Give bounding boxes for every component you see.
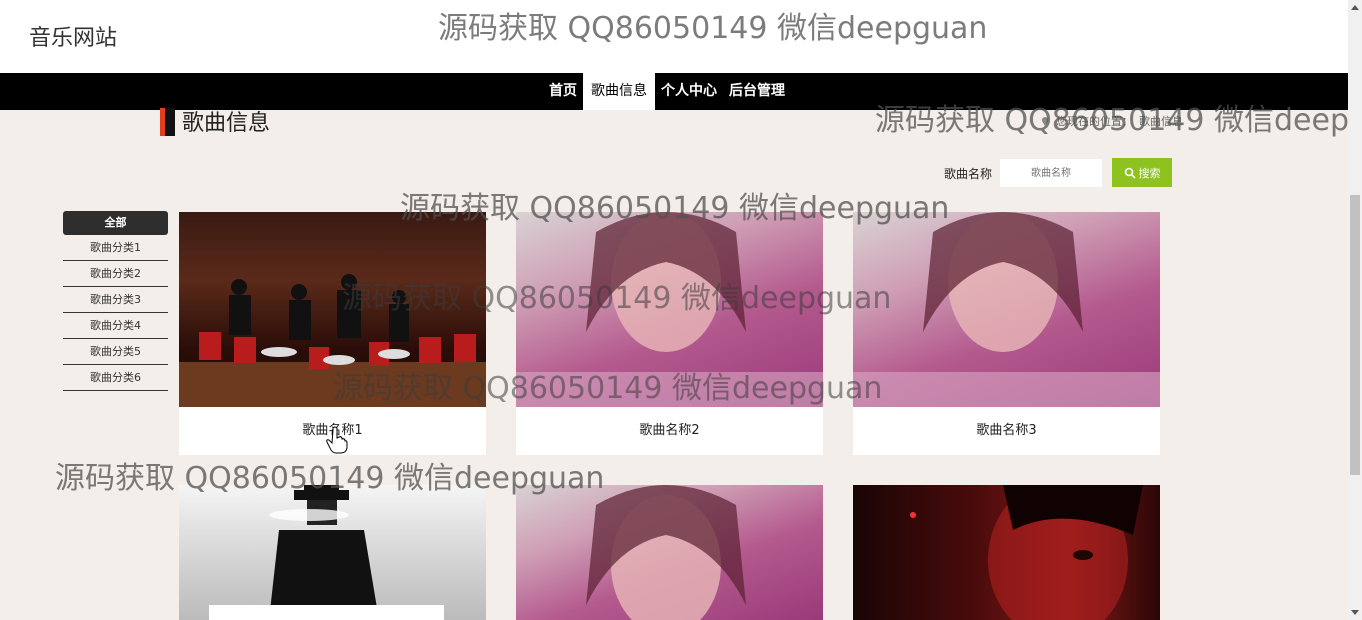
site-title[interactable]: 音乐网站 <box>29 20 117 52</box>
category-list: 全部 歌曲分类1 歌曲分类2 歌曲分类3 歌曲分类4 歌曲分类5 歌曲分类6 <box>63 211 168 391</box>
song-card[interactable] <box>179 485 486 620</box>
hand-cursor-icon <box>326 426 348 454</box>
song-cover-image[interactable] <box>853 212 1160 407</box>
breadcrumb-prefix: 您现在的位置： <box>1056 115 1133 128</box>
page-title: 歌曲信息 <box>182 111 271 136</box>
nav-item-songs[interactable]: 歌曲信息 <box>583 73 655 110</box>
scroll-down-arrow-icon[interactable] <box>1351 610 1359 615</box>
song-card[interactable] <box>516 485 823 620</box>
song-name[interactable]: 歌曲名称2 <box>516 407 823 455</box>
song-card[interactable]: 歌曲名称3 <box>853 212 1160 455</box>
scroll-up-arrow-icon[interactable] <box>1351 5 1359 10</box>
search-button-label: 搜索 <box>1138 167 1161 180</box>
vertical-scrollbar[interactable] <box>1348 0 1362 620</box>
song-name[interactable]: 歌曲名称3 <box>853 407 1160 455</box>
heading-accent-bar-dark <box>165 108 175 136</box>
drum-ensemble-picture <box>179 274 486 407</box>
song-cover-image[interactable] <box>853 485 1160 620</box>
breadcrumb-current[interactable]: 歌曲信息 <box>1139 113 1183 129</box>
song-card[interactable]: 歌曲名称2 <box>516 212 823 455</box>
song-cover-image[interactable] <box>516 212 823 407</box>
song-card[interactable]: 歌曲名称1 <box>179 212 486 455</box>
category-all[interactable]: 全部 <box>63 211 168 235</box>
song-card[interactable] <box>853 485 1160 620</box>
portrait-cover-picture <box>586 485 746 620</box>
song-cover-image[interactable] <box>179 212 486 407</box>
nav-item-home[interactable]: 首页 <box>543 73 583 110</box>
song-cover-image[interactable] <box>179 485 486 620</box>
search-input[interactable] <box>999 158 1103 188</box>
category-item[interactable]: 歌曲分类4 <box>63 313 168 339</box>
nav-item-profile[interactable]: 个人中心 <box>655 73 723 110</box>
top-header: 音乐网站 <box>0 0 1348 73</box>
scrollbar-thumb[interactable] <box>1350 195 1360 475</box>
location-pin-icon <box>1042 117 1048 126</box>
breadcrumb: 您现在的位置： 歌曲信息 <box>1040 113 1183 129</box>
red-portrait-picture <box>910 485 1143 620</box>
man-in-hat-picture <box>209 485 444 620</box>
category-item[interactable]: 歌曲分类1 <box>63 235 168 261</box>
portrait-cover-picture <box>853 212 1160 407</box>
category-item[interactable]: 歌曲分类3 <box>63 287 168 313</box>
category-item[interactable]: 歌曲分类2 <box>63 261 168 287</box>
nav-item-admin[interactable]: 后台管理 <box>723 73 791 110</box>
search-label: 歌曲名称 <box>944 167 993 181</box>
search-icon <box>1124 167 1136 179</box>
search-button[interactable]: 搜索 <box>1112 158 1172 187</box>
song-cover-image[interactable] <box>516 485 823 620</box>
category-item[interactable]: 歌曲分类5 <box>63 339 168 365</box>
portrait-cover-picture <box>516 212 823 407</box>
category-item[interactable]: 歌曲分类6 <box>63 365 168 391</box>
